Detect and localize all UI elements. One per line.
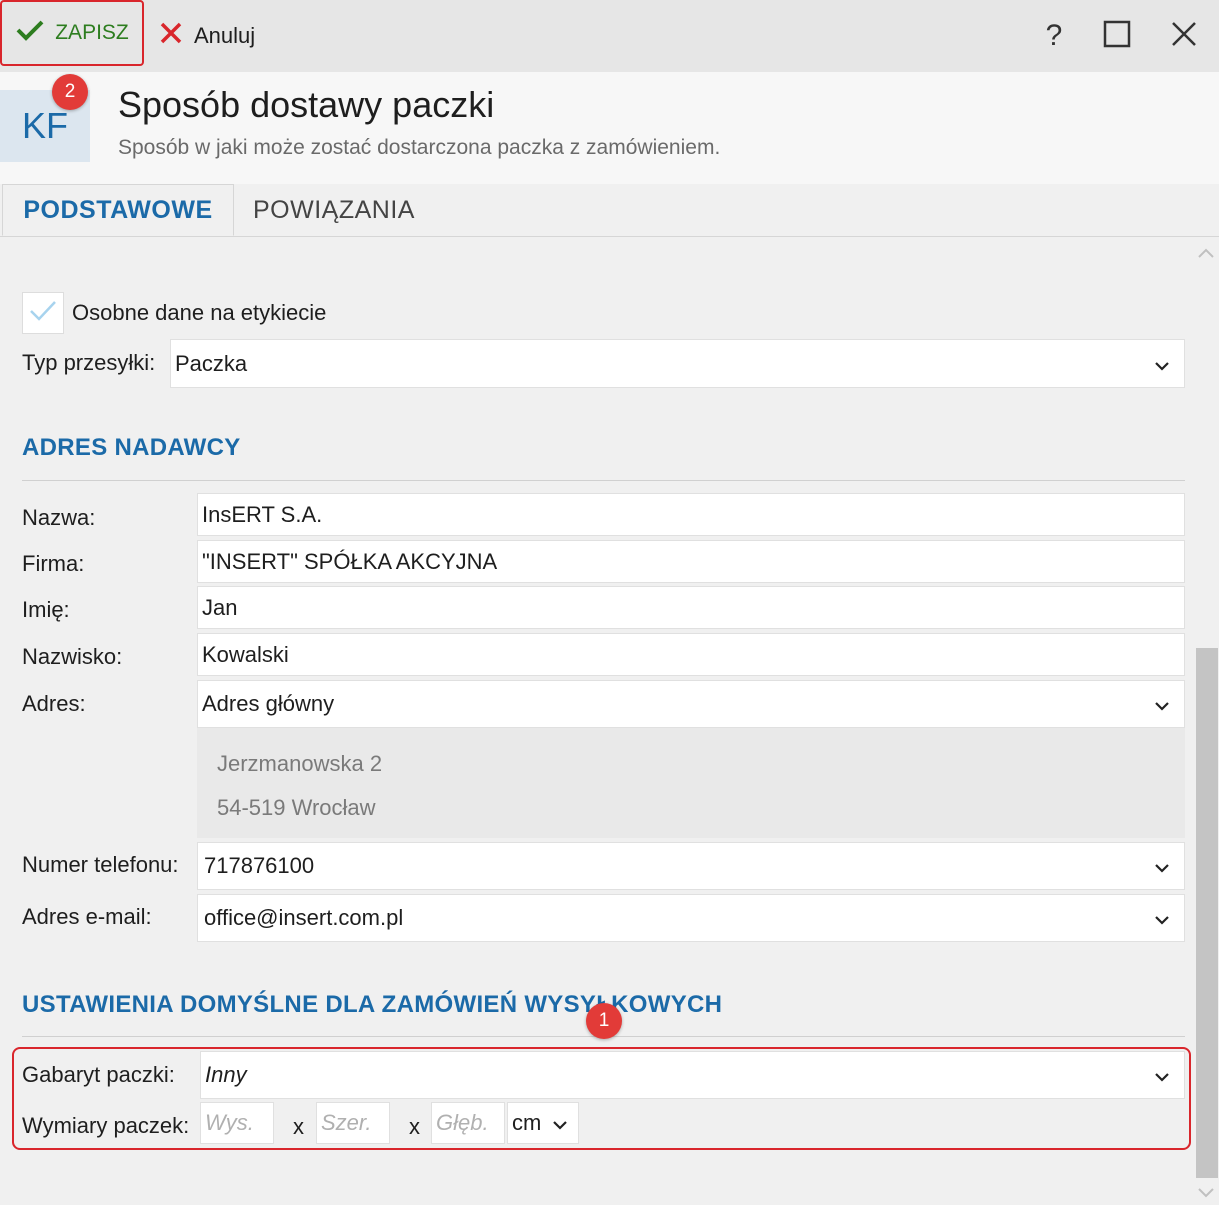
- help-button[interactable]: ?: [1032, 14, 1076, 58]
- cancel-label: Anuluj: [194, 23, 256, 48]
- unit-value: cm: [512, 1110, 542, 1135]
- size-label: Gabaryt paczki:: [22, 1062, 175, 1087]
- chevron-down-icon: [1154, 691, 1170, 717]
- size-select[interactable]: Inny: [200, 1051, 1185, 1099]
- dimensions-label: Wymiary paczek:: [22, 1113, 190, 1138]
- company-field[interactable]: "INSERT" SPÓŁKA AKCYJNA: [197, 540, 1185, 583]
- phone-select[interactable]: 717876100: [197, 842, 1185, 890]
- phone-label: Numer telefonu:: [22, 852, 179, 877]
- scrollbar-thumb[interactable]: [1196, 648, 1218, 1178]
- checkmark-icon: [15, 18, 45, 48]
- sender-section-title: ADRES NADAWCY: [22, 434, 241, 461]
- first-name-label: Imię:: [22, 597, 70, 622]
- divider: [22, 480, 1185, 481]
- maximize-icon: [1103, 20, 1131, 53]
- name-value: InsERT S.A.: [202, 501, 323, 527]
- name-field[interactable]: InsERT S.A.: [197, 493, 1185, 536]
- chevron-down-icon: [1154, 351, 1170, 377]
- phone-value: 717876100: [204, 853, 315, 878]
- step-badge-1: 1: [586, 1003, 622, 1039]
- save-button[interactable]: ZAPISZ: [0, 0, 144, 66]
- maximize-button[interactable]: [1095, 14, 1139, 58]
- height-input[interactable]: Wys.: [200, 1102, 274, 1144]
- company-label: Firma:: [22, 551, 85, 576]
- close-icon: [1170, 20, 1198, 53]
- company-value: "INSERT" SPÓŁKA AKCYJNA: [202, 548, 498, 574]
- name-label: Nazwa:: [22, 505, 96, 530]
- separate-data-label: Osobne dane na etykiecie: [72, 300, 327, 325]
- email-value: office@insert.com.pl: [204, 905, 404, 930]
- scroll-up-icon[interactable]: [1197, 246, 1215, 264]
- shipment-type-label: Typ przesyłki:: [22, 350, 156, 375]
- first-name-field[interactable]: Jan: [197, 586, 1185, 629]
- page-title: Sposób dostawy paczki: [118, 84, 495, 125]
- chevron-down-icon: [552, 1110, 568, 1136]
- close-button[interactable]: [1162, 14, 1206, 58]
- width-input[interactable]: Szer.: [316, 1102, 390, 1144]
- address-details: [197, 728, 1185, 838]
- step-badge-2: 2: [52, 74, 88, 110]
- check-icon: [28, 299, 58, 328]
- separate-data-checkbox[interactable]: [22, 292, 64, 334]
- email-select[interactable]: office@insert.com.pl: [197, 894, 1185, 942]
- address-line1: Jerzmanowska 2: [217, 751, 383, 776]
- cancel-button[interactable]: Anuluj: [158, 16, 255, 56]
- shipment-type-value: Paczka: [175, 350, 248, 376]
- unit-select[interactable]: cm: [507, 1102, 579, 1144]
- height-placeholder: Wys.: [205, 1110, 254, 1135]
- address-select[interactable]: Adres główny: [197, 680, 1185, 728]
- chevron-down-icon: [1154, 1062, 1170, 1088]
- page-subtitle: Sposób w jaki może zostać dostarczona pa…: [118, 136, 721, 159]
- save-label: ZAPISZ: [55, 21, 129, 44]
- scroll-down-icon[interactable]: [1197, 1186, 1215, 1204]
- depth-input[interactable]: Głęb.: [431, 1102, 505, 1144]
- last-name-field[interactable]: Kowalski: [197, 633, 1185, 676]
- dimension-separator: x: [293, 1114, 304, 1139]
- width-placeholder: Szer.: [321, 1110, 372, 1135]
- email-label: Adres e-mail:: [22, 904, 152, 929]
- address-line2: 54-519 Wrocław: [217, 795, 376, 820]
- tab-podstawowe[interactable]: PODSTAWOWE: [2, 184, 234, 236]
- first-name-value: Jan: [202, 594, 238, 620]
- depth-placeholder: Głęb.: [436, 1110, 489, 1135]
- address-value: Adres główny: [202, 691, 335, 716]
- dimension-separator: x: [409, 1114, 420, 1139]
- shipment-type-select[interactable]: Paczka: [170, 339, 1185, 388]
- chevron-down-icon: [1154, 905, 1170, 931]
- address-label: Adres:: [22, 691, 86, 716]
- last-name-label: Nazwisko:: [22, 644, 123, 669]
- help-icon: ?: [1045, 19, 1063, 52]
- close-x-icon: [158, 20, 184, 52]
- chevron-down-icon: [1154, 853, 1170, 879]
- size-value: Inny: [205, 1062, 247, 1087]
- last-name-value: Kowalski: [202, 641, 289, 667]
- tab-powiazania[interactable]: POWIĄZANIA: [253, 184, 415, 236]
